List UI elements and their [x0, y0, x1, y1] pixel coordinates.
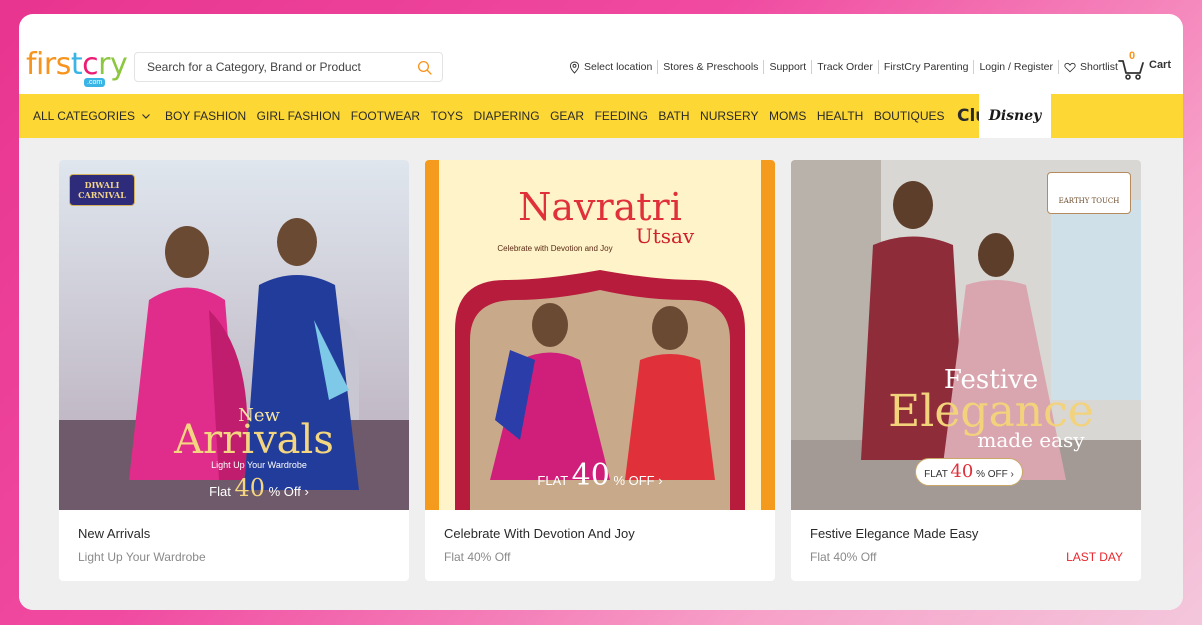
tile-subtitle: Flat 40% Off: [444, 550, 511, 564]
promo-tile-new-arrivals[interactable]: DIWALI CARNIVAL New Arrivals Light Up Yo…: [59, 160, 409, 581]
nav-health[interactable]: HEALTH: [817, 109, 863, 123]
nav-bath[interactable]: BATH: [658, 109, 689, 123]
banner-arrivals-line2: Arrivals: [174, 417, 334, 463]
tile-title[interactable]: Celebrate With Devotion And Joy: [444, 526, 635, 541]
nav-boutiques[interactable]: BOUTIQUES: [874, 109, 945, 123]
search-box[interactable]: [134, 52, 443, 82]
cart-button[interactable]: 0 Cart: [1117, 50, 1177, 84]
promo-tile-festive-elegance[interactable]: EARTHY TOUCH Festive Elegance made easy …: [791, 160, 1141, 581]
banner-navratri-line1: Navratri: [518, 185, 682, 229]
offer-post-2: % OFF ›: [613, 473, 663, 488]
nav-diapering[interactable]: DIAPERING: [474, 109, 540, 123]
nav-gear[interactable]: GEAR: [550, 109, 584, 123]
earthy-touch-tag: EARTHY TOUCH: [1047, 172, 1131, 214]
cart-label: Cart: [1149, 59, 1172, 71]
last-day-badge: LAST DAY: [1066, 550, 1123, 564]
shortlist-link[interactable]: Shortlist: [1059, 60, 1123, 74]
content-area: DIWALI CARNIVAL New Arrivals Light Up Yo…: [19, 138, 1183, 610]
offer-pre-3: FLAT: [924, 469, 948, 480]
offer-post-1: % Off ›: [268, 484, 309, 499]
nav-girl-fashion[interactable]: GIRL FASHION: [257, 109, 341, 123]
select-location-label: Select location: [584, 61, 653, 73]
top-links: Select location Stores & Preschools Supp…: [564, 58, 1123, 76]
offer-post-3: % OFF ›: [976, 469, 1014, 480]
stores-preschools-link[interactable]: Stores & Preschools: [658, 60, 765, 74]
nav-all-categories[interactable]: ALL CATEGORIES: [33, 109, 135, 123]
banner-navratri-line3: Celebrate with Devotion and Joy: [497, 244, 613, 253]
nav-nursery[interactable]: NURSERY: [700, 109, 758, 123]
track-order-link[interactable]: Track Order: [812, 60, 879, 74]
offer-num-3: 40: [950, 461, 974, 482]
header: firstcry .com Select location Stores & P…: [19, 14, 1183, 94]
category-nav: ALL CATEGORIES BOY FASHION GIRL FASHION …: [19, 94, 1183, 138]
offer-pre-2: FLAT: [537, 473, 569, 488]
logo-wordmark: firstcry: [26, 47, 128, 82]
tile-title[interactable]: Festive Elegance Made Easy: [810, 526, 978, 541]
banner-new-line3: Light Up Your Wardrobe: [211, 460, 307, 470]
shortlist-label: Shortlist: [1080, 61, 1118, 73]
firstcry-logo[interactable]: firstcry .com: [26, 48, 128, 88]
tile-subtitle: Light Up Your Wardrobe: [78, 550, 206, 564]
promo-banner-new-arrivals[interactable]: DIWALI CARNIVAL New Arrivals Light Up Yo…: [59, 160, 409, 510]
offer-num-1: 40: [234, 474, 265, 502]
location-pin-icon: [569, 61, 580, 74]
tile-subtitle: Flat 40% Off: [810, 550, 877, 564]
firstcry-parenting-link[interactable]: FirstCry Parenting: [879, 60, 975, 74]
promo-banner-navratri[interactable]: Navratri Utsav Celebrate with Devotion a…: [425, 160, 775, 510]
diwali-carnival-tag: DIWALI CARNIVAL: [69, 174, 135, 206]
promo-tile-navratri[interactable]: Navratri Utsav Celebrate with Devotion a…: [425, 160, 775, 581]
banner-offer-2: FLAT 40 % OFF ›: [425, 458, 775, 493]
nav-moms[interactable]: MOMS: [769, 109, 806, 123]
cart-count: 0: [1129, 50, 1136, 62]
chevron-down-icon[interactable]: [141, 111, 151, 121]
offer-pre-1: Flat: [209, 484, 231, 499]
support-link[interactable]: Support: [764, 60, 813, 74]
nav-boy-fashion[interactable]: BOY FASHION: [165, 109, 246, 123]
disney-logo: Disney: [988, 108, 1042, 124]
nav-footwear[interactable]: FOOTWEAR: [351, 109, 420, 123]
banner-offer-3: FLAT 40 % OFF ›: [915, 458, 1023, 486]
promo-banner-festive-elegance[interactable]: EARTHY TOUCH Festive Elegance made easy …: [791, 160, 1141, 510]
offer-num-2: 40: [571, 458, 610, 493]
login-register-link[interactable]: Login / Register: [974, 60, 1059, 74]
select-location-link[interactable]: Select location: [564, 60, 659, 74]
tile-title[interactable]: New Arrivals: [78, 526, 150, 541]
heart-icon: [1064, 62, 1076, 72]
nav-disney-tab[interactable]: Disney: [979, 94, 1051, 138]
nav-feeding[interactable]: FEEDING: [595, 109, 648, 123]
banner-offer-1: Flat 40 % Off ›: [119, 474, 399, 502]
logo-com: .com: [84, 78, 106, 87]
page-card: firstcry .com Select location Stores & P…: [19, 14, 1183, 610]
search-icon[interactable]: [416, 59, 434, 77]
banner-festive-line3: made easy: [977, 428, 1085, 452]
search-input[interactable]: [135, 53, 405, 81]
nav-toys[interactable]: TOYS: [431, 109, 463, 123]
